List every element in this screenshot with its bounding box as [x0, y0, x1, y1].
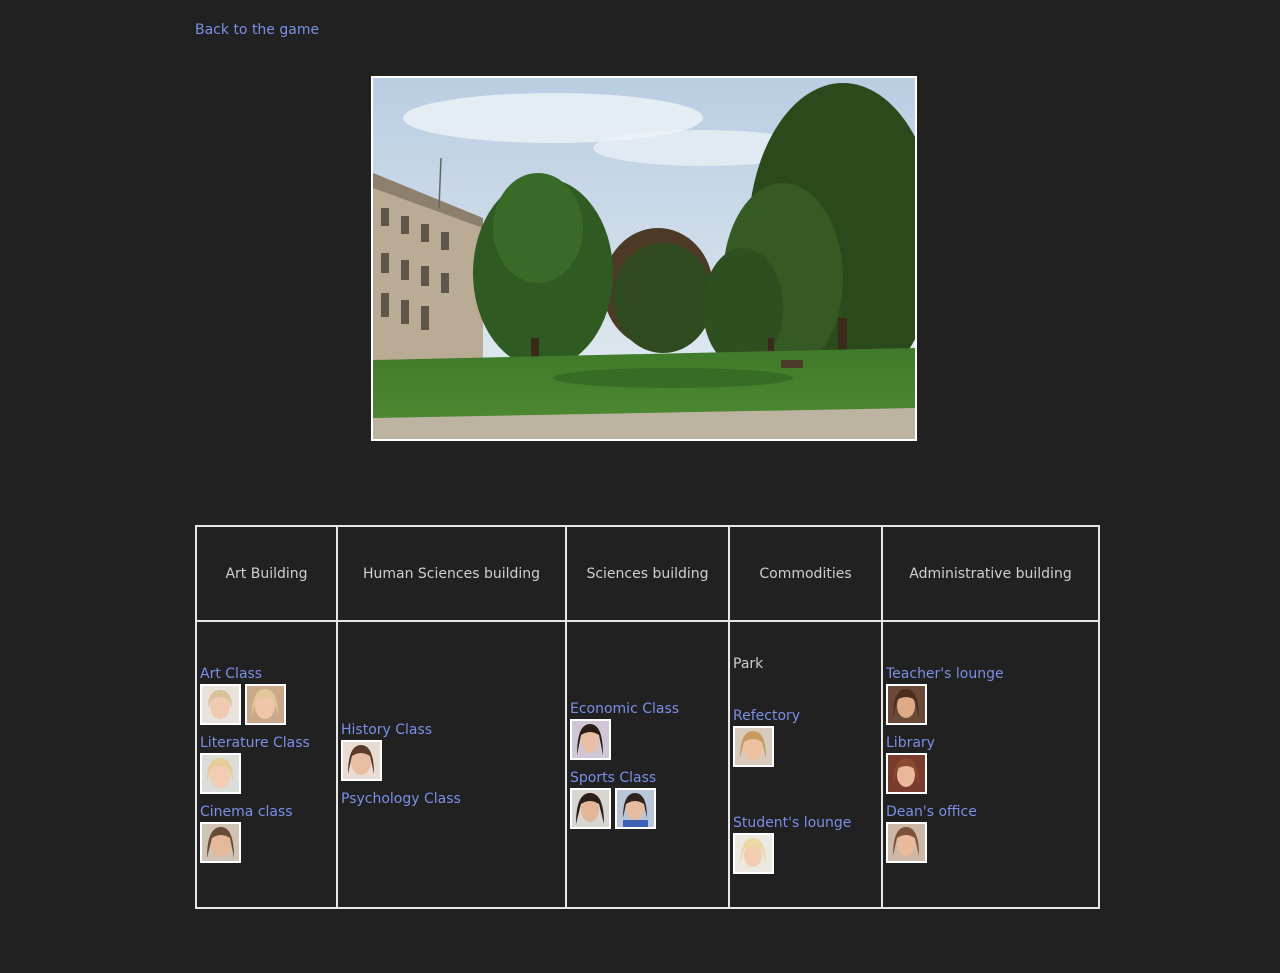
student-portrait[interactable] [733, 832, 774, 874]
header-human-sciences-building: Human Sciences building [336, 525, 567, 622]
history-class-link[interactable]: History Class [341, 722, 562, 738]
student-portrait[interactable] [615, 787, 656, 829]
refectory-link[interactable]: Refectory [733, 708, 878, 724]
student-portrait[interactable] [245, 684, 286, 725]
economic-class-faces [570, 718, 725, 760]
staff-portrait[interactable] [886, 684, 927, 725]
literature-class-faces [200, 753, 333, 794]
deans-office-link[interactable]: Dean's office [886, 804, 1095, 820]
economic-class-link[interactable]: Economic Class [570, 701, 725, 717]
art-class-faces [200, 684, 333, 725]
students-lounge-link[interactable]: Student's lounge [733, 815, 878, 831]
library-link[interactable]: Library [886, 735, 1095, 751]
refectory-faces [733, 725, 878, 767]
back-to-game-link[interactable]: Back to the game [195, 22, 319, 38]
library-faces [886, 753, 1095, 794]
table-header-row: Art Building Human Sciences building Sci… [195, 525, 1100, 622]
campus-photo [371, 76, 917, 441]
staff-portrait[interactable] [886, 822, 927, 863]
art-class-link[interactable]: Art Class [200, 666, 333, 682]
deans-office-faces [886, 822, 1095, 863]
commodities-cell: Park Refectory Student's lounge [728, 620, 883, 909]
psychology-class-link[interactable]: Psychology Class [341, 791, 562, 807]
student-portrait[interactable] [200, 684, 241, 725]
campus-map-table: Art Building Human Sciences building Sci… [195, 525, 1100, 909]
park-label: Park [733, 655, 764, 672]
human-sciences-cell: History Class Psychology Class [336, 620, 567, 909]
literature-class-link[interactable]: Literature Class [200, 735, 333, 751]
art-building-cell: Art Class Literature Class Cinema class [195, 620, 338, 909]
student-portrait[interactable] [341, 740, 382, 781]
student-portrait[interactable] [570, 718, 611, 760]
cinema-class-link[interactable]: Cinema class [200, 804, 333, 820]
student-portrait[interactable] [570, 787, 611, 829]
page: Back to the game Art Building Human Scie… [0, 0, 1280, 973]
sports-class-link[interactable]: Sports Class [570, 770, 725, 786]
administrative-cell: Teacher's lounge Library Dean's office [881, 620, 1100, 909]
header-art-building: Art Building [195, 525, 338, 622]
teachers-lounge-faces [886, 684, 1095, 725]
teachers-lounge-link[interactable]: Teacher's lounge [886, 666, 1095, 682]
header-commodities: Commodities [728, 525, 883, 622]
history-class-faces [341, 740, 562, 781]
header-sciences-building: Sciences building [565, 525, 730, 622]
student-portrait[interactable] [200, 822, 241, 863]
table-rooms-row: Art Class Literature Class Cinema class [195, 620, 1100, 909]
cinema-class-faces [200, 822, 333, 863]
students-lounge-faces [733, 832, 878, 874]
student-portrait[interactable] [733, 725, 774, 767]
sports-class-faces [570, 787, 725, 829]
header-administrative-building: Administrative building [881, 525, 1100, 622]
staff-portrait[interactable] [886, 753, 927, 794]
student-portrait[interactable] [200, 753, 241, 794]
sciences-cell: Economic Class Sports Class [565, 620, 730, 909]
